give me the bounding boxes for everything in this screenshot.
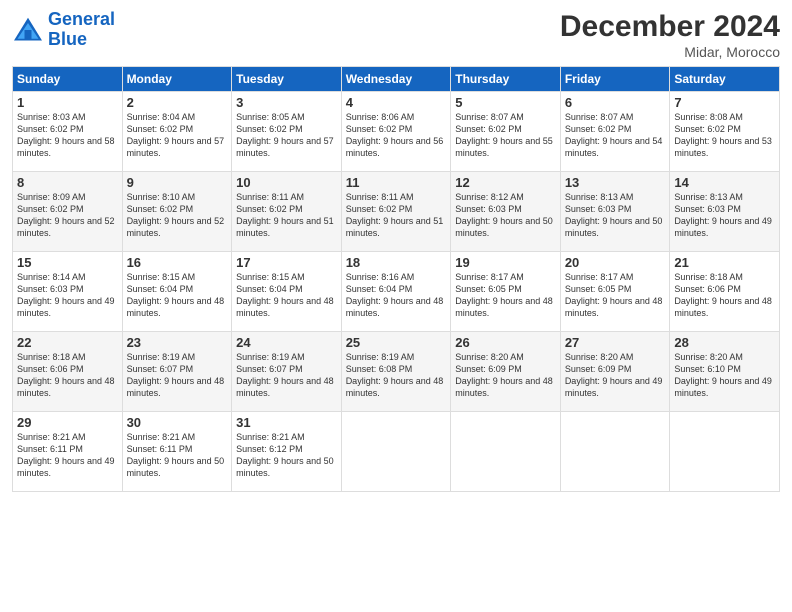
- logo-text: General Blue: [48, 10, 115, 50]
- calendar-cell: 10Sunrise: 8:11 AMSunset: 6:02 PMDayligh…: [232, 172, 342, 252]
- calendar-cell: 30Sunrise: 8:21 AMSunset: 6:11 PMDayligh…: [122, 412, 232, 492]
- calendar-cell: 13Sunrise: 8:13 AMSunset: 6:03 PMDayligh…: [560, 172, 670, 252]
- logo-icon: [12, 16, 44, 44]
- col-monday: Monday: [122, 67, 232, 92]
- calendar-cell: [560, 412, 670, 492]
- col-wednesday: Wednesday: [341, 67, 451, 92]
- calendar-cell: 3Sunrise: 8:05 AMSunset: 6:02 PMDaylight…: [232, 92, 342, 172]
- calendar-cell: [670, 412, 780, 492]
- logo: General Blue: [12, 10, 115, 50]
- calendar-week-3: 15Sunrise: 8:14 AMSunset: 6:03 PMDayligh…: [13, 252, 780, 332]
- calendar-cell: 21Sunrise: 8:18 AMSunset: 6:06 PMDayligh…: [670, 252, 780, 332]
- header-row: Sunday Monday Tuesday Wednesday Thursday…: [13, 67, 780, 92]
- calendar-cell: 20Sunrise: 8:17 AMSunset: 6:05 PMDayligh…: [560, 252, 670, 332]
- calendar-subtitle: Midar, Morocco: [560, 44, 780, 60]
- page-container: General Blue December 2024 Midar, Morocc…: [0, 0, 792, 500]
- calendar-cell: 14Sunrise: 8:13 AMSunset: 6:03 PMDayligh…: [670, 172, 780, 252]
- calendar-cell: 5Sunrise: 8:07 AMSunset: 6:02 PMDaylight…: [451, 92, 561, 172]
- calendar-cell: 26Sunrise: 8:20 AMSunset: 6:09 PMDayligh…: [451, 332, 561, 412]
- calendar-cell: 9Sunrise: 8:10 AMSunset: 6:02 PMDaylight…: [122, 172, 232, 252]
- calendar-cell: 7Sunrise: 8:08 AMSunset: 6:02 PMDaylight…: [670, 92, 780, 172]
- col-tuesday: Tuesday: [232, 67, 342, 92]
- title-block: December 2024 Midar, Morocco: [560, 10, 780, 60]
- col-sunday: Sunday: [13, 67, 123, 92]
- col-saturday: Saturday: [670, 67, 780, 92]
- calendar-cell: 2Sunrise: 8:04 AMSunset: 6:02 PMDaylight…: [122, 92, 232, 172]
- calendar-cell: 28Sunrise: 8:20 AMSunset: 6:10 PMDayligh…: [670, 332, 780, 412]
- calendar-cell: 8Sunrise: 8:09 AMSunset: 6:02 PMDaylight…: [13, 172, 123, 252]
- calendar-cell: 27Sunrise: 8:20 AMSunset: 6:09 PMDayligh…: [560, 332, 670, 412]
- logo-line2: Blue: [48, 29, 87, 49]
- header: General Blue December 2024 Midar, Morocc…: [12, 10, 780, 60]
- calendar-cell: 12Sunrise: 8:12 AMSunset: 6:03 PMDayligh…: [451, 172, 561, 252]
- calendar-week-2: 8Sunrise: 8:09 AMSunset: 6:02 PMDaylight…: [13, 172, 780, 252]
- calendar-cell: 11Sunrise: 8:11 AMSunset: 6:02 PMDayligh…: [341, 172, 451, 252]
- calendar-cell: [341, 412, 451, 492]
- calendar-cell: 23Sunrise: 8:19 AMSunset: 6:07 PMDayligh…: [122, 332, 232, 412]
- calendar-cell: 24Sunrise: 8:19 AMSunset: 6:07 PMDayligh…: [232, 332, 342, 412]
- calendar-cell: [451, 412, 561, 492]
- logo-line1: General: [48, 9, 115, 29]
- calendar-cell: 31Sunrise: 8:21 AMSunset: 6:12 PMDayligh…: [232, 412, 342, 492]
- calendar-week-5: 29Sunrise: 8:21 AMSunset: 6:11 PMDayligh…: [13, 412, 780, 492]
- calendar-cell: 25Sunrise: 8:19 AMSunset: 6:08 PMDayligh…: [341, 332, 451, 412]
- calendar-cell: 17Sunrise: 8:15 AMSunset: 6:04 PMDayligh…: [232, 252, 342, 332]
- calendar-title: December 2024: [560, 10, 780, 44]
- calendar-cell: 6Sunrise: 8:07 AMSunset: 6:02 PMDaylight…: [560, 92, 670, 172]
- calendar-cell: 22Sunrise: 8:18 AMSunset: 6:06 PMDayligh…: [13, 332, 123, 412]
- calendar-cell: 1Sunrise: 8:03 AMSunset: 6:02 PMDaylight…: [13, 92, 123, 172]
- calendar-cell: 29Sunrise: 8:21 AMSunset: 6:11 PMDayligh…: [13, 412, 123, 492]
- calendar-week-1: 1Sunrise: 8:03 AMSunset: 6:02 PMDaylight…: [13, 92, 780, 172]
- calendar-cell: 18Sunrise: 8:16 AMSunset: 6:04 PMDayligh…: [341, 252, 451, 332]
- col-thursday: Thursday: [451, 67, 561, 92]
- calendar-cell: 15Sunrise: 8:14 AMSunset: 6:03 PMDayligh…: [13, 252, 123, 332]
- calendar-week-4: 22Sunrise: 8:18 AMSunset: 6:06 PMDayligh…: [13, 332, 780, 412]
- calendar-table: Sunday Monday Tuesday Wednesday Thursday…: [12, 66, 780, 492]
- col-friday: Friday: [560, 67, 670, 92]
- calendar-cell: 16Sunrise: 8:15 AMSunset: 6:04 PMDayligh…: [122, 252, 232, 332]
- calendar-cell: 19Sunrise: 8:17 AMSunset: 6:05 PMDayligh…: [451, 252, 561, 332]
- calendar-cell: 4Sunrise: 8:06 AMSunset: 6:02 PMDaylight…: [341, 92, 451, 172]
